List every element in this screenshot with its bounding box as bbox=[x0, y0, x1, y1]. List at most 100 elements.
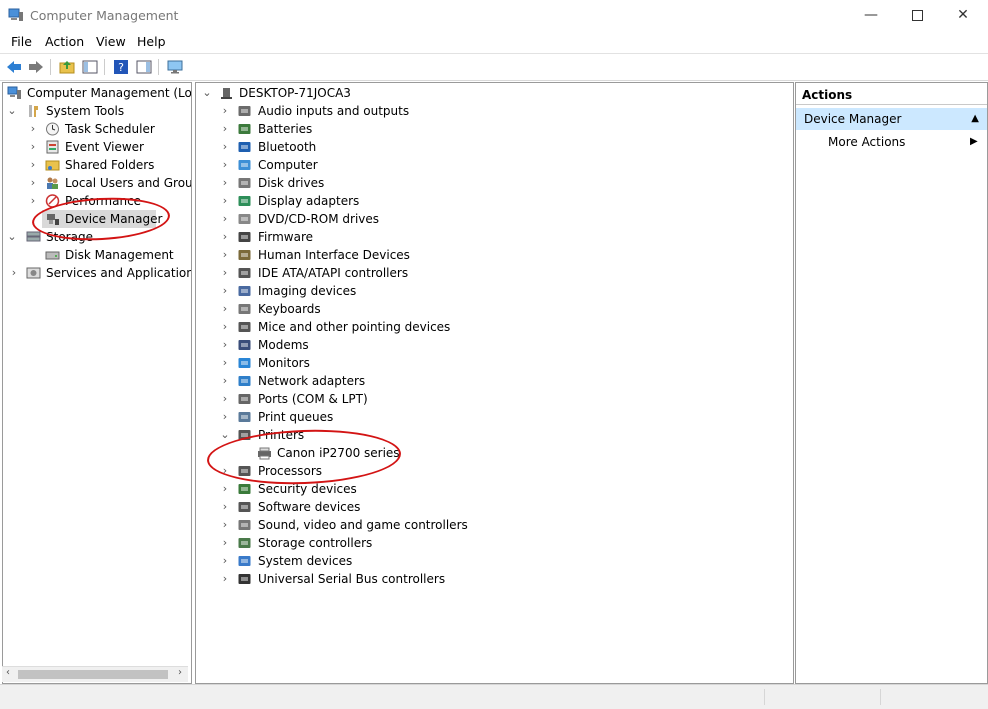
maximize-button[interactable] bbox=[894, 0, 940, 30]
menu-file[interactable]: File bbox=[11, 34, 32, 49]
chevron-right-icon[interactable]: › bbox=[220, 156, 230, 174]
menu-action[interactable]: Action bbox=[45, 34, 84, 49]
chevron-right-icon[interactable]: › bbox=[220, 480, 230, 498]
chevron-right-icon[interactable]: › bbox=[220, 138, 230, 156]
device-category-row[interactable]: › Processors bbox=[196, 462, 793, 480]
chevron-right-icon[interactable]: › bbox=[28, 120, 38, 138]
chevron-right-icon[interactable]: › bbox=[220, 174, 230, 192]
chevron-right-icon[interactable]: › bbox=[220, 552, 230, 570]
device-category-row[interactable]: › DVD/CD-ROM drives bbox=[196, 210, 793, 228]
chevron-right-icon[interactable]: › bbox=[220, 534, 230, 552]
device-category-row[interactable]: › Modems bbox=[196, 336, 793, 354]
tree-item-device-manager[interactable]: Device Manager bbox=[42, 210, 162, 228]
chevron-right-icon[interactable]: › bbox=[220, 300, 230, 318]
tree-item-task-scheduler[interactable]: › Task Scheduler bbox=[3, 120, 191, 138]
device-category-row[interactable]: › Ports (COM & LPT) bbox=[196, 390, 793, 408]
close-button[interactable]: ✕ bbox=[940, 0, 986, 30]
device-category-row[interactable]: › Mice and other pointing devices bbox=[196, 318, 793, 336]
chevron-right-icon[interactable]: › bbox=[220, 462, 230, 480]
device-category-row[interactable]: › Storage controllers bbox=[196, 534, 793, 552]
tree-item-system-tools[interactable]: ⌄ System Tools bbox=[3, 102, 191, 120]
chevron-down-icon[interactable]: ⌄ bbox=[220, 426, 230, 444]
back-arrow-icon[interactable] bbox=[5, 58, 23, 76]
tree-item-shared-folders[interactable]: › Shared Folders bbox=[3, 156, 191, 174]
chevron-right-icon[interactable]: › bbox=[220, 354, 230, 372]
tree-item-local-users[interactable]: › Local Users and Groups bbox=[3, 174, 191, 192]
device-category-row[interactable]: › Sound, video and game controllers bbox=[196, 516, 793, 534]
device-category-row[interactable]: › Universal Serial Bus controllers bbox=[196, 570, 793, 588]
chevron-right-icon[interactable]: › bbox=[220, 264, 230, 282]
chevron-right-icon[interactable]: › bbox=[28, 192, 38, 210]
device-category-row[interactable]: › Firmware bbox=[196, 228, 793, 246]
chevron-right-icon[interactable]: › bbox=[220, 570, 230, 588]
actions-device-manager[interactable]: Device Manager ▲ bbox=[796, 108, 987, 130]
device-category-row[interactable]: › Disk drives bbox=[196, 174, 793, 192]
monitor-icon[interactable] bbox=[166, 58, 184, 76]
device-category-row[interactable]: ⌄ Printers bbox=[196, 426, 793, 444]
device-category-row[interactable]: › Bluetooth bbox=[196, 138, 793, 156]
device-category-row[interactable]: › Batteries bbox=[196, 120, 793, 138]
device-category-row[interactable]: › Security devices bbox=[196, 480, 793, 498]
menu-help[interactable]: Help bbox=[137, 34, 166, 49]
tree-item-event-viewer[interactable]: › Event Viewer bbox=[3, 138, 191, 156]
chevron-down-icon[interactable]: ⌄ bbox=[202, 84, 212, 102]
scroll-left-icon[interactable]: ‹ bbox=[6, 667, 10, 678]
device-category-row[interactable]: › Software devices bbox=[196, 498, 793, 516]
tree-item-performance[interactable]: › Performance bbox=[3, 192, 191, 210]
device-category-row[interactable]: › Keyboards bbox=[196, 300, 793, 318]
help-icon[interactable]: ? bbox=[112, 58, 130, 76]
device-tree-root[interactable]: ⌄ DESKTOP-71JOCA3 bbox=[196, 84, 793, 102]
chevron-down-icon[interactable]: ⌄ bbox=[7, 102, 17, 120]
chevron-right-icon[interactable]: › bbox=[220, 336, 230, 354]
chevron-right-icon[interactable]: › bbox=[220, 210, 230, 228]
chevron-right-icon[interactable]: › bbox=[220, 102, 230, 120]
device-category-label: Sound, video and game controllers bbox=[258, 518, 468, 532]
minimize-button[interactable]: — bbox=[848, 0, 894, 30]
device-category-row[interactable]: › Print queues bbox=[196, 408, 793, 426]
chevron-right-icon[interactable]: › bbox=[220, 246, 230, 264]
device-category-row[interactable]: › IDE ATA/ATAPI controllers bbox=[196, 264, 793, 282]
chevron-right-icon[interactable]: › bbox=[28, 174, 38, 192]
up-folder-icon[interactable] bbox=[58, 58, 76, 76]
printer-device-row[interactable]: Canon iP2700 series bbox=[196, 444, 793, 462]
chevron-right-icon[interactable]: › bbox=[220, 408, 230, 426]
device-category-row[interactable]: › Imaging devices bbox=[196, 282, 793, 300]
device-category-row[interactable]: › Display adapters bbox=[196, 192, 793, 210]
chevron-right-icon[interactable]: › bbox=[220, 516, 230, 534]
tree-item-services-apps[interactable]: › Services and Applications bbox=[3, 264, 191, 282]
chevron-right-icon[interactable]: › bbox=[220, 120, 230, 138]
device-category-label: Keyboards bbox=[258, 302, 321, 316]
device-category-row[interactable]: › Audio inputs and outputs bbox=[196, 102, 793, 120]
tree-root[interactable]: Computer Management (Local bbox=[3, 84, 191, 102]
device-manager-icon bbox=[47, 214, 59, 225]
chevron-right-icon[interactable]: › bbox=[220, 372, 230, 390]
show-action-pane-icon[interactable] bbox=[135, 58, 153, 76]
scrollbar-thumb[interactable] bbox=[18, 670, 168, 679]
device-category-row[interactable]: › Human Interface Devices bbox=[196, 246, 793, 264]
chevron-down-icon[interactable]: ⌄ bbox=[7, 228, 17, 246]
chevron-right-icon[interactable]: › bbox=[28, 156, 38, 174]
device-category-row[interactable]: › Monitors bbox=[196, 354, 793, 372]
device-category-row[interactable]: › System devices bbox=[196, 552, 793, 570]
chevron-right-icon[interactable]: › bbox=[28, 138, 38, 156]
menu-view[interactable]: View bbox=[96, 34, 126, 49]
chevron-right-icon[interactable]: › bbox=[220, 390, 230, 408]
minimize-icon: — bbox=[864, 7, 878, 23]
more-actions-item[interactable]: More Actions ▶ bbox=[828, 131, 978, 151]
left-horizontal-scrollbar[interactable]: ‹ › bbox=[2, 666, 188, 682]
forward-arrow-icon[interactable] bbox=[27, 58, 45, 76]
tree-item-storage[interactable]: ⌄ Storage bbox=[3, 228, 191, 246]
device-category-row[interactable]: › Network adapters bbox=[196, 372, 793, 390]
device-category-label: Printers bbox=[258, 428, 305, 442]
chevron-right-icon[interactable]: › bbox=[220, 228, 230, 246]
device-category-row[interactable]: › Computer bbox=[196, 156, 793, 174]
chevron-right-icon[interactable]: › bbox=[220, 498, 230, 516]
chevron-right-icon[interactable]: › bbox=[9, 264, 19, 282]
chevron-right-icon[interactable]: › bbox=[220, 192, 230, 210]
scroll-right-icon[interactable]: › bbox=[178, 667, 182, 678]
show-hide-tree-icon[interactable] bbox=[81, 58, 99, 76]
chevron-right-icon[interactable]: › bbox=[220, 318, 230, 336]
chevron-right-icon[interactable]: › bbox=[220, 282, 230, 300]
collapse-up-icon[interactable]: ▲ bbox=[971, 108, 979, 130]
tree-item-disk-management[interactable]: Disk Management bbox=[3, 246, 191, 264]
